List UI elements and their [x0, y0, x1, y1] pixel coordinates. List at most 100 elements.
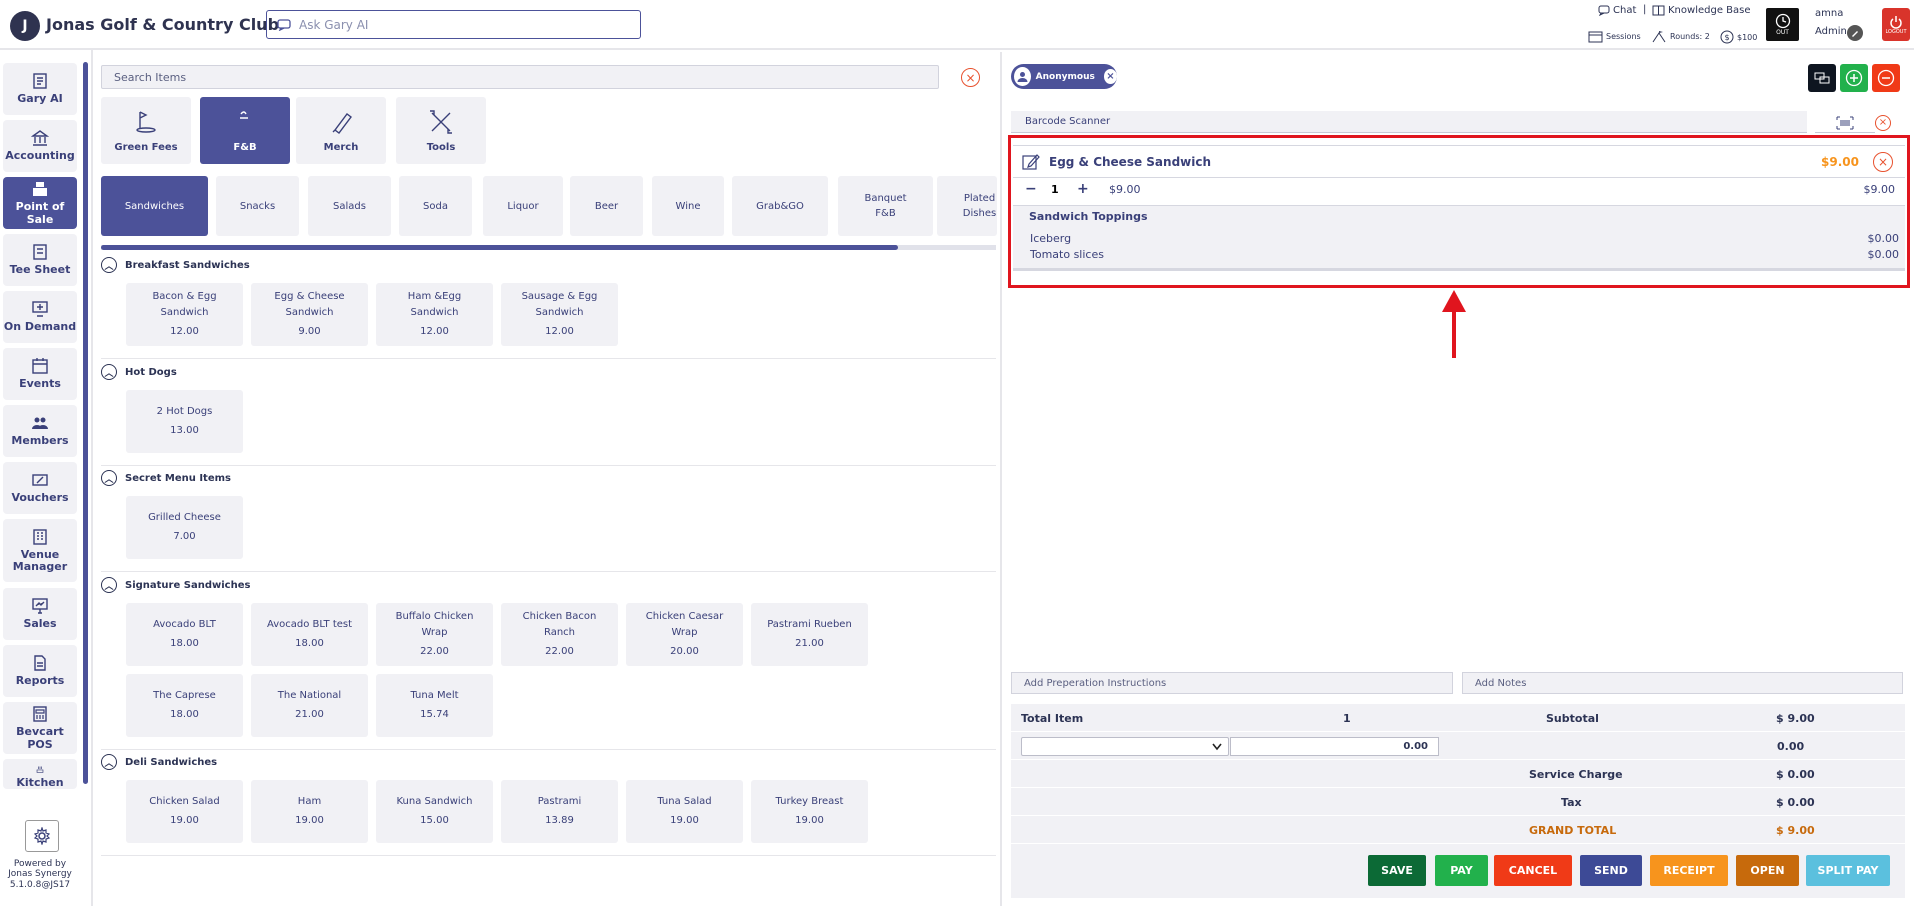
clear-search-icon[interactable]: ×	[961, 68, 980, 87]
save-button[interactable]: SAVE	[1368, 855, 1426, 886]
sidebar-item-members[interactable]: Members	[3, 405, 77, 457]
category-merch[interactable]: Merch	[296, 97, 386, 164]
category-green-fees[interactable]: Green Fees	[101, 97, 191, 164]
edit-icon[interactable]	[1021, 152, 1041, 172]
clock-out-button[interactable]: OUT	[1766, 8, 1799, 41]
discount-amount-input[interactable]: 0.00	[1230, 737, 1439, 756]
qty-minus-button[interactable]: −	[1025, 181, 1043, 197]
tab-banquet-f-b[interactable]: Banquet F&B	[838, 176, 933, 236]
menu-item-price: 13.00	[170, 424, 199, 436]
menu-item-tuna-salad[interactable]: Tuna Salad 19.00	[626, 780, 743, 843]
sidebar-item-events[interactable]: Events	[3, 348, 77, 400]
tab-grab-go[interactable]: Grab&GO	[732, 176, 828, 236]
remove-customer-icon[interactable]: ×	[1103, 69, 1117, 84]
cash-link[interactable]: $ $100	[1720, 30, 1757, 44]
tab-wine[interactable]: Wine	[652, 176, 724, 236]
menu-item-chicken-bacon-ranch[interactable]: Chicken Bacon Ranch 22.00	[501, 603, 618, 666]
order-line-item[interactable]: Egg & Cheese Sandwich $9.00 ×	[1013, 145, 1905, 178]
section-header-secret-menu-items[interactable]: ︿ Secret Menu Items	[101, 470, 231, 486]
settings-gear-button[interactable]	[25, 820, 59, 852]
menu-item-chicken-caesar-wrap[interactable]: Chicken Caesar Wrap 20.00	[626, 603, 743, 666]
menu-item-name: Turkey Breast	[775, 796, 844, 807]
menu-item-avocado-blt[interactable]: Avocado BLT 18.00	[126, 603, 243, 666]
menu-item-chicken-salad[interactable]: Chicken Salad 19.00	[126, 780, 243, 843]
discount-type-select[interactable]	[1021, 737, 1229, 756]
chevron-up-icon[interactable]: ︿	[101, 364, 117, 380]
sidebar-item-reports[interactable]: Reports	[3, 645, 77, 697]
barcode-scanner-input[interactable]: Barcode Scanner	[1011, 111, 1807, 133]
edit-profile-icon[interactable]	[1847, 25, 1863, 41]
add-order-button[interactable]	[1840, 64, 1868, 92]
category-f-b[interactable]: F&B	[200, 97, 290, 164]
qty-value[interactable]: 1	[1051, 183, 1071, 196]
chevron-up-icon[interactable]: ︿	[101, 470, 117, 486]
prep-instructions-input[interactable]: Add Preperation Instructions	[1011, 672, 1453, 694]
chevron-up-icon[interactable]: ︿	[101, 257, 117, 273]
menu-item-pastrami-rueben[interactable]: Pastrami Rueben 21.00	[751, 603, 868, 666]
sidebar-item-accounting[interactable]: Accounting	[3, 120, 77, 172]
menu-item-pastrami[interactable]: Pastrami 13.89	[501, 780, 618, 843]
send-button[interactable]: SEND	[1580, 855, 1642, 886]
receipt-button[interactable]: RECEIPT	[1650, 855, 1728, 886]
section-header-breakfast-sandwiches[interactable]: ︿ Breakfast Sandwiches	[101, 257, 250, 273]
tab-sandwiches[interactable]: Sandwiches	[101, 176, 208, 236]
logout-button[interactable]: LOGOUT	[1882, 8, 1910, 41]
tab-liquor[interactable]: Liquor	[483, 176, 563, 236]
remove-order-button[interactable]	[1872, 64, 1900, 92]
open-button[interactable]: OPEN	[1736, 855, 1799, 886]
menu-item-avocado-blt-test[interactable]: Avocado BLT test 18.00	[251, 603, 368, 666]
menu-item-ham-egg-sandwich[interactable]: Ham &Egg Sandwich 12.00	[376, 283, 493, 346]
sidebar-item-bevcart-pos[interactable]: Bevcart POS	[3, 702, 77, 754]
section-header-deli-sandwiches[interactable]: ︿ Deli Sandwiches	[101, 754, 217, 770]
menu-item-sausage-egg-sandwich[interactable]: Sausage & Egg Sandwich 12.00	[501, 283, 618, 346]
remove-line-item-icon[interactable]: ×	[1873, 151, 1893, 172]
menu-item-kuna-sandwich[interactable]: Kuna Sandwich 15.00	[376, 780, 493, 843]
sidebar-item-venue-manager[interactable]: Venue Manager	[3, 519, 77, 582]
section-header-hot-dogs[interactable]: ︿ Hot Dogs	[101, 364, 177, 380]
cancel-button[interactable]: CANCEL	[1494, 855, 1572, 886]
sidebar-scrollbar[interactable]	[83, 62, 88, 784]
chevron-up-icon[interactable]: ︿	[101, 577, 117, 593]
menu-item-ham[interactable]: Ham 19.00	[251, 780, 368, 843]
transfer-button[interactable]	[1808, 64, 1836, 92]
sessions-link[interactable]: Sessions	[1588, 30, 1641, 43]
tab-snacks[interactable]: Snacks	[216, 176, 299, 236]
clear-barcode-icon[interactable]: ×	[1875, 115, 1891, 131]
barcode-scan-button[interactable]	[1815, 113, 1875, 133]
chat-link[interactable]: Chat	[1598, 5, 1636, 16]
tab-plated-dishes[interactable]: Plated Dishes	[937, 176, 997, 236]
sidebar-item-kitchen[interactable]: Kitchen	[3, 759, 77, 789]
notes-input[interactable]: Add Notes	[1462, 672, 1903, 694]
section-header-signature-sandwiches[interactable]: ︿ Signature Sandwiches	[101, 577, 250, 593]
knowledge-base-link[interactable]: Knowledge Base	[1652, 5, 1751, 16]
menu-item-turkey-breast[interactable]: Turkey Breast 19.00	[751, 780, 868, 843]
sidebar-item-tee-sheet[interactable]: Tee Sheet	[3, 234, 77, 286]
subtab-scrollbar[interactable]	[101, 245, 996, 250]
sidebar-item-sales[interactable]: Sales	[3, 588, 77, 640]
subtab-scrollbar-thumb[interactable]	[101, 245, 898, 250]
sidebar-item-point-of-sale[interactable]: Point of Sale	[3, 177, 77, 229]
chevron-up-icon[interactable]: ︿	[101, 754, 117, 770]
qty-plus-button[interactable]: +	[1077, 181, 1097, 197]
ask-gary-input[interactable]: Ask Gary AI	[266, 10, 641, 39]
pay-button[interactable]: PAY	[1435, 855, 1488, 886]
search-items-input[interactable]: Search Items	[101, 65, 939, 89]
rounds-link[interactable]: Rounds: 2	[1651, 30, 1710, 43]
menu-item-tuna-melt[interactable]: Tuna Melt 15.74	[376, 674, 493, 737]
menu-item-the-national[interactable]: The National 21.00	[251, 674, 368, 737]
menu-item-buffalo-chicken-wrap[interactable]: Buffalo Chicken Wrap 22.00	[376, 603, 493, 666]
menu-item-2-hot-dogs[interactable]: 2 Hot Dogs 13.00	[126, 390, 243, 453]
tab-beer[interactable]: Beer	[570, 176, 643, 236]
sidebar-item-gary-ai[interactable]: Gary AI	[3, 63, 77, 115]
tab-salads[interactable]: Salads	[308, 176, 391, 236]
tab-soda[interactable]: Soda	[399, 176, 472, 236]
sidebar-item-on-demand[interactable]: On Demand	[3, 291, 77, 343]
customer-chip[interactable]: Anonymous ×	[1011, 64, 1117, 89]
menu-item-egg-cheese-sandwich[interactable]: Egg & Cheese Sandwich 9.00	[251, 283, 368, 346]
split-pay-button[interactable]: SPLIT PAY	[1806, 855, 1890, 886]
sidebar-item-vouchers[interactable]: Vouchers	[3, 462, 77, 514]
category-tools[interactable]: Tools	[396, 97, 486, 164]
menu-item-the-caprese[interactable]: The Caprese 18.00	[126, 674, 243, 737]
menu-item-grilled-cheese[interactable]: Grilled Cheese 7.00	[126, 496, 243, 559]
menu-item-bacon-egg-sandwich[interactable]: Bacon & Egg Sandwich 12.00	[126, 283, 243, 346]
